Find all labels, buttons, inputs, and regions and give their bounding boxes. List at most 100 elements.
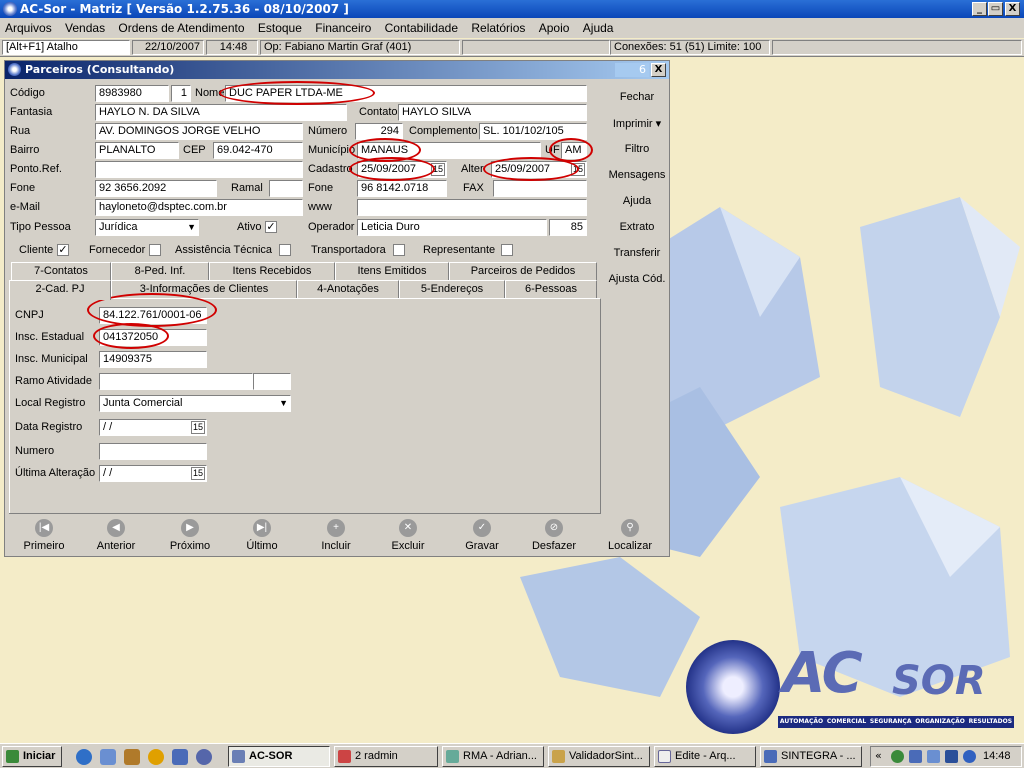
tab-anotacoes[interactable]: 4-Anotações bbox=[297, 280, 399, 298]
incluir-button[interactable]: + Incluir bbox=[301, 519, 371, 552]
uf-field[interactable]: AM bbox=[561, 142, 587, 159]
tray-expand-icon[interactable]: « bbox=[875, 749, 882, 762]
taskbar-item-edite[interactable]: Edite - Arq... bbox=[654, 746, 756, 767]
start-button[interactable]: Iniciar bbox=[2, 746, 62, 767]
fax-field[interactable] bbox=[493, 180, 587, 197]
cnpj-field[interactable]: 84.122.761/0001-06 bbox=[99, 307, 207, 324]
tray-network-icon[interactable] bbox=[909, 750, 922, 763]
minimize-button[interactable]: _ bbox=[972, 2, 987, 16]
tab-cad-pj[interactable]: 2-Cad. PJ bbox=[9, 280, 111, 300]
cliente-checkbox[interactable]: ✓ bbox=[57, 244, 69, 256]
close-button[interactable]: X bbox=[1005, 2, 1020, 16]
tab-enderecos[interactable]: 5-Endereços bbox=[399, 280, 505, 298]
menu-estoque[interactable]: Estoque bbox=[258, 21, 302, 35]
quicklaunch-icon[interactable] bbox=[172, 749, 188, 765]
email-field[interactable]: hayloneto@dsptec.com.br bbox=[95, 199, 303, 216]
codigo-field[interactable]: 8983980 bbox=[95, 85, 169, 102]
cep-field[interactable]: 69.042-470 bbox=[213, 142, 303, 159]
fechar-button[interactable]: Fechar bbox=[605, 91, 669, 103]
filtro-button[interactable]: Filtro bbox=[605, 143, 669, 155]
menu-relatorios[interactable]: Relatórios bbox=[471, 21, 525, 35]
operador-id-field[interactable]: 85 bbox=[549, 219, 587, 236]
transferir-button[interactable]: Transferir bbox=[605, 247, 669, 259]
tab-informacoes-clientes[interactable]: 3-Informações de Clientes bbox=[111, 280, 297, 298]
calendar-icon[interactable]: 15 bbox=[190, 467, 205, 480]
imprimir-button[interactable]: Imprimir ▾ bbox=[605, 117, 669, 130]
proximo-button[interactable]: ▶ Próximo bbox=[155, 519, 225, 552]
data-registro-field[interactable]: / / 15 bbox=[99, 419, 207, 436]
taskbar-item-acsor[interactable]: AC-SOR bbox=[228, 746, 330, 767]
tab-contatos[interactable]: 7-Contatos bbox=[11, 262, 111, 280]
representante-checkbox[interactable] bbox=[501, 244, 513, 256]
tray-user-icon[interactable] bbox=[891, 750, 904, 763]
complemento-field[interactable]: SL. 101/102/105 bbox=[479, 123, 587, 140]
ajusta-cod-button[interactable]: Ajusta Cód. bbox=[605, 273, 669, 285]
tab-itens-recebidos[interactable]: Itens Recebidos bbox=[209, 262, 335, 280]
ativo-checkbox[interactable]: ✓ bbox=[265, 221, 277, 233]
mensagens-button[interactable]: Mensagens bbox=[605, 169, 669, 181]
primeiro-button[interactable]: |◀ Primeiro bbox=[9, 519, 79, 552]
nome-field[interactable]: DUC PAPER LTDA-ME bbox=[225, 85, 587, 102]
ramal-field[interactable] bbox=[269, 180, 303, 197]
bairro-field[interactable]: PLANALTO bbox=[95, 142, 179, 159]
assistencia-checkbox[interactable] bbox=[279, 244, 291, 256]
tray-network-icon[interactable] bbox=[927, 750, 940, 763]
taskbar-item-sintegra[interactable]: SINTEGRA - ... bbox=[760, 746, 862, 767]
tab-pessoas[interactable]: 6-Pessoas bbox=[505, 280, 597, 298]
fone2-field[interactable]: 96 8142.0718 bbox=[357, 180, 447, 197]
taskbar-item-radmin[interactable]: 2 radmin bbox=[334, 746, 438, 767]
menu-contabilidade[interactable]: Contabilidade bbox=[385, 21, 458, 35]
numero-field[interactable]: 294 bbox=[355, 123, 403, 140]
ultima-alteracao-field[interactable]: / / 15 bbox=[99, 465, 207, 482]
insc-estadual-field[interactable]: 041372050 bbox=[99, 329, 207, 346]
shortcut-input[interactable]: [Alt+F1] Atalho bbox=[2, 40, 130, 55]
taskbar-item-validador[interactable]: ValidadorSint... bbox=[548, 746, 650, 767]
media-player-icon[interactable] bbox=[148, 749, 164, 765]
menu-apoio[interactable]: Apoio bbox=[539, 21, 570, 35]
tab-itens-emitidos[interactable]: Itens Emitidos bbox=[335, 262, 449, 280]
menu-financeiro[interactable]: Financeiro bbox=[315, 21, 371, 35]
ajuda-button[interactable]: Ajuda bbox=[605, 195, 669, 207]
maximize-button[interactable]: ▭ bbox=[988, 2, 1003, 16]
tray-monitor-icon[interactable] bbox=[945, 750, 958, 763]
codigo-seq-field[interactable]: 1 bbox=[171, 85, 191, 102]
ramo-atividade-code-field[interactable] bbox=[253, 373, 291, 390]
cadastro-date-field[interactable]: 25/09/2007 15 bbox=[357, 161, 447, 178]
window-close-button[interactable]: X bbox=[651, 63, 666, 77]
ie-icon[interactable] bbox=[76, 749, 92, 765]
pontoref-field[interactable] bbox=[95, 161, 303, 178]
menu-vendas[interactable]: Vendas bbox=[65, 21, 105, 35]
tab-parceiros-pedidos[interactable]: Parceiros de Pedidos bbox=[449, 262, 597, 280]
gravar-button[interactable]: ✓ Gravar bbox=[447, 519, 517, 552]
municipio-field[interactable]: MANAUS bbox=[357, 142, 541, 159]
ramo-atividade-field[interactable] bbox=[99, 373, 253, 390]
tab-ped-inf[interactable]: 8-Ped. Inf. bbox=[111, 262, 209, 280]
fantasia-field[interactable]: HAYLO N. DA SILVA bbox=[95, 104, 347, 121]
tray-info-icon[interactable] bbox=[963, 750, 976, 763]
alter-date-field[interactable]: 25/09/2007 15 bbox=[491, 161, 587, 178]
ultimo-button[interactable]: ▶| Último bbox=[227, 519, 297, 552]
local-registro-select[interactable]: Junta Comercial ▼ bbox=[99, 395, 291, 412]
extrato-button[interactable]: Extrato bbox=[605, 221, 669, 233]
quicklaunch-icon[interactable] bbox=[100, 749, 116, 765]
taskbar-item-rma[interactable]: RMA - Adrian... bbox=[442, 746, 544, 767]
transportadora-checkbox[interactable] bbox=[393, 244, 405, 256]
quicklaunch-icon[interactable] bbox=[124, 749, 140, 765]
numero-registro-field[interactable] bbox=[99, 443, 207, 460]
acsor-quicklaunch-icon[interactable] bbox=[196, 749, 212, 765]
desfazer-button[interactable]: ⊘ Desfazer bbox=[519, 519, 589, 552]
contato-field[interactable]: HAYLO SILVA bbox=[398, 104, 587, 121]
excluir-button[interactable]: ✕ Excluir bbox=[373, 519, 443, 552]
menu-ajuda[interactable]: Ajuda bbox=[583, 21, 614, 35]
fornecedor-checkbox[interactable] bbox=[149, 244, 161, 256]
fone-field[interactable]: 92 3656.2092 bbox=[95, 180, 217, 197]
tipo-pessoa-select[interactable]: Jurídica ▼ bbox=[95, 219, 199, 236]
insc-municipal-field[interactable]: 14909375 bbox=[99, 351, 207, 368]
anterior-button[interactable]: ◀ Anterior bbox=[81, 519, 151, 552]
calendar-icon[interactable]: 15 bbox=[430, 163, 445, 176]
localizar-button[interactable]: ⚲ Localizar bbox=[595, 519, 665, 552]
rua-field[interactable]: AV. DOMINGOS JORGE VELHO bbox=[95, 123, 303, 140]
menu-ordens[interactable]: Ordens de Atendimento bbox=[118, 21, 244, 35]
calendar-icon[interactable]: 15 bbox=[570, 163, 585, 176]
calendar-icon[interactable]: 15 bbox=[190, 421, 205, 434]
